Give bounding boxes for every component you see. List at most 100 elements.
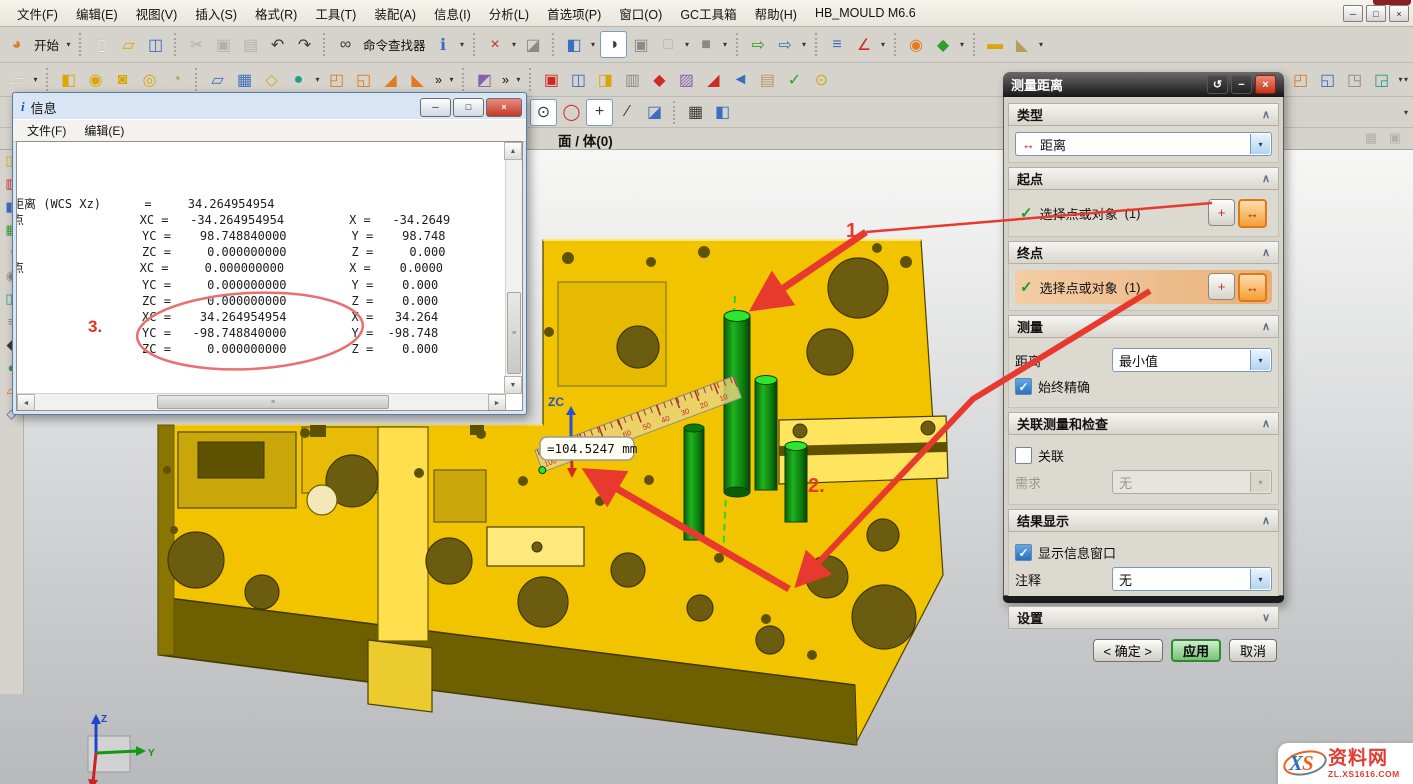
draft-icon[interactable]: ◔	[164, 67, 189, 92]
info-minimize-button[interactable]: ─	[420, 98, 451, 117]
cascade-window-icon[interactable]: ⇨	[773, 32, 798, 57]
dropdown-arrow-icon[interactable]: ▾	[1250, 350, 1270, 370]
solid-snap-icon[interactable]: ◧	[710, 100, 735, 125]
scroll-up-arrow[interactable]: ▲	[504, 142, 522, 160]
close-button[interactable]: ×	[1389, 5, 1409, 22]
measure-distance-icon[interactable]: ▬	[983, 32, 1008, 57]
minimize-button[interactable]: ─	[1343, 5, 1363, 22]
unite-icon[interactable]: ◰	[324, 67, 349, 92]
new-window-icon[interactable]: ⇨	[746, 32, 771, 57]
vertical-scrollbar[interactable]: ▲ ≡ ▼	[505, 142, 522, 394]
save-icon[interactable]: ◫	[143, 32, 168, 57]
annotation-dropdown[interactable]: 无 ▾	[1112, 567, 1272, 591]
menu-item[interactable]: 视图(V)	[127, 1, 187, 26]
flange-icon[interactable]: ◣	[405, 67, 430, 92]
section-type-header[interactable]: 类型 ∧	[1008, 103, 1279, 126]
dropdown-caret[interactable]: ▾	[1404, 75, 1408, 84]
vertical-scroll-thumb[interactable]: ≡	[507, 292, 521, 374]
render-style-icon[interactable]: ◑	[600, 31, 627, 58]
assembly-navigator-icon[interactable]: ≡	[825, 32, 850, 57]
info-close-button[interactable]: ×	[486, 98, 522, 117]
dropdown-caret[interactable]: ▾	[1037, 32, 1046, 57]
toolbar-separator[interactable]	[323, 33, 327, 56]
dropdown-caret[interactable]: ▾	[514, 67, 523, 92]
dialog-close-button[interactable]: ×	[1255, 75, 1276, 94]
command-finder-label[interactable]: 命令查找器	[360, 32, 429, 57]
extrude-icon[interactable]: ◧	[56, 67, 81, 92]
menu-item[interactable]: GC工具箱	[671, 1, 745, 26]
cut-icon[interactable]: ✂	[184, 32, 209, 57]
dropdown-caret[interactable]: ▾	[800, 32, 809, 57]
show-hide-icon[interactable]: ◆	[931, 32, 956, 57]
info-export-icon[interactable]: ℹ	[431, 32, 456, 57]
new-file-icon[interactable]: ▯	[89, 32, 114, 57]
dropdown-caret[interactable]: ▾	[958, 32, 967, 57]
toolbar-separator[interactable]	[552, 33, 556, 56]
menu-item[interactable]: 信息(I)	[425, 1, 480, 26]
cube-frame-icon[interactable]: ▣	[539, 67, 564, 92]
open-book-icon[interactable]: ◳	[1342, 67, 1367, 92]
dropdown-caret[interactable]: ▾	[721, 32, 730, 57]
join-icon[interactable]: ◨	[593, 67, 618, 92]
measure-angle-icon[interactable]: ◣	[1010, 32, 1035, 57]
horizontal-scrollbar[interactable]: ◄ ≡ ►	[17, 393, 506, 410]
overflow-chevron[interactable]: »	[432, 67, 445, 92]
menu-item[interactable]: 文件(F)	[8, 1, 67, 26]
line-snap-icon[interactable]: ∕	[615, 100, 640, 125]
section-settings-header[interactable]: 设置 ∨	[1008, 606, 1279, 629]
dialog-reset-button[interactable]: ↺	[1207, 75, 1228, 94]
toolbar-separator[interactable]	[815, 33, 819, 56]
point-dialog-button[interactable]: +	[1208, 199, 1235, 226]
dropdown-caret[interactable]: ▾	[1404, 108, 1408, 117]
menu-item[interactable]: 窗口(O)	[610, 1, 671, 26]
window-box-icon[interactable]: ▥	[620, 67, 645, 92]
paste-icon[interactable]: ▤	[238, 32, 263, 57]
ok-button[interactable]: < 确定 >	[1093, 639, 1163, 662]
grid-snap-icon[interactable]: ▦	[683, 100, 708, 125]
apply-button[interactable]: 应用	[1171, 639, 1221, 662]
menu-item[interactable]: 首选项(P)	[538, 1, 610, 26]
toolbar-separator[interactable]	[736, 33, 740, 56]
section-results-header[interactable]: 结果显示 ∧	[1008, 509, 1279, 532]
section-measure-header[interactable]: 测量 ∧	[1008, 315, 1279, 338]
datum-plane-icon[interactable]: ▱	[205, 67, 230, 92]
box-toggle-icon[interactable]: ▣	[1386, 129, 1404, 147]
quadrant-point-icon[interactable]: ◯	[559, 100, 584, 125]
start-select-row[interactable]: ✓ 选择点或对象 (1) + ↔	[1015, 196, 1272, 230]
dropdown-caret[interactable]: ▾	[683, 32, 692, 57]
dialog-minimize-button[interactable]: −	[1231, 75, 1252, 94]
menu-item[interactable]: 格式(R)	[246, 1, 306, 26]
info-menu-item[interactable]: 编辑(E)	[76, 120, 132, 141]
dialog-titlebar[interactable]: 测量距离 ↺ − ×	[1003, 72, 1284, 97]
wcs-dynamics-icon[interactable]: ∠	[852, 32, 877, 57]
close-window-icon[interactable]: ×	[483, 32, 508, 57]
sheet-surface-icon[interactable]: ◰	[1288, 67, 1313, 92]
remove-parameters-icon[interactable]: ◩	[472, 67, 497, 92]
info-menu-item[interactable]: 文件(F)	[19, 120, 74, 141]
face-snap-icon[interactable]: ◪	[642, 100, 667, 125]
move-face-icon[interactable]: ◇	[259, 67, 284, 92]
show-info-checkbox[interactable]: ✓	[1015, 544, 1032, 561]
stack-icon[interactable]: ▤	[755, 67, 780, 92]
freeform-icon[interactable]: ▨	[674, 67, 699, 92]
undo-icon[interactable]: ↶	[265, 32, 290, 57]
dropdown-caret[interactable]: ▾	[313, 67, 322, 92]
toolbar-separator[interactable]	[46, 68, 50, 91]
toolbar-separator[interactable]	[673, 101, 677, 124]
scroll-left-arrow[interactable]: ◄	[17, 394, 35, 411]
toolbar-separator[interactable]	[174, 33, 178, 56]
restore-button[interactable]: □	[1366, 5, 1386, 22]
subtract-icon[interactable]: ◱	[351, 67, 376, 92]
redo-icon[interactable]: ↷	[292, 32, 317, 57]
dropdown-arrow-icon[interactable]: ▾	[1250, 569, 1270, 589]
exact-checkbox[interactable]: ✓	[1015, 378, 1032, 395]
intersection-point-icon[interactable]: +	[586, 99, 613, 126]
dropdown-arrow-icon[interactable]: ▾	[1250, 134, 1270, 154]
dropdown-caret[interactable]: ▾	[447, 67, 456, 92]
toolbar-separator[interactable]	[529, 68, 533, 91]
dropdown-caret[interactable]: ▾	[510, 32, 519, 57]
section-end-header[interactable]: 终点 ∧	[1008, 241, 1279, 264]
section-assoc-header[interactable]: 关联测量和检查 ∧	[1008, 412, 1279, 435]
menu-item[interactable]: 帮助(H)	[746, 1, 806, 26]
boss-icon[interactable]: ◎	[137, 67, 162, 92]
